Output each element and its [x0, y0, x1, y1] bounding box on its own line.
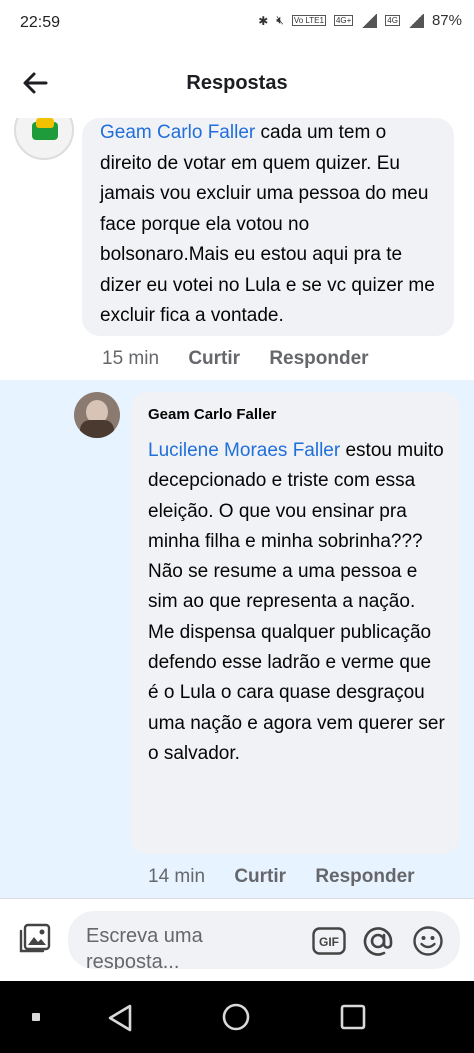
- comment-time: 14 min: [148, 866, 206, 887]
- comment-meta: 15 min Curtir Responder: [102, 348, 393, 370]
- battery-level: 87%: [431, 12, 462, 29]
- like-button[interactable]: Curtir: [234, 866, 286, 887]
- nav-recents-icon[interactable]: [340, 1004, 366, 1030]
- bluetooth-icon: ✱: [258, 13, 269, 28]
- avatar[interactable]: [14, 118, 74, 160]
- comment-bubble[interactable]: Geam Carlo Faller cada um tem o direito …: [82, 118, 454, 336]
- status-bar: 22:59 ✱ 🔇︎ Vo LTE1 4G+ 4G 87%: [0, 0, 474, 48]
- nav-back-icon[interactable]: [106, 1003, 134, 1033]
- android-nav-bar: [0, 981, 474, 1053]
- status-icons: ✱ 🔇︎ Vo LTE1 4G+ 4G 87%: [258, 12, 462, 29]
- comment-author[interactable]: Geam Carlo Faller: [148, 406, 276, 423]
- nav-home-icon[interactable]: [222, 1003, 250, 1031]
- network-4g-plus: 4G+: [333, 15, 354, 26]
- nav-menu-icon[interactable]: [32, 1013, 40, 1021]
- comment-2: Geam Carlo Faller Lucilene Moraes Faller…: [0, 380, 474, 898]
- reply-input-container[interactable]: GIF: [68, 911, 460, 969]
- like-button[interactable]: Curtir: [188, 348, 240, 369]
- gif-icon[interactable]: GIF: [312, 927, 346, 955]
- comment-body: estou muito decepcionado e triste com es…: [148, 440, 445, 764]
- mention-link[interactable]: Lucilene Moraes Faller: [148, 440, 340, 461]
- comment-time: 15 min: [102, 348, 160, 369]
- reply-button[interactable]: Responder: [269, 348, 368, 369]
- comment-text: Lucilene Moraes Faller estou muito decep…: [148, 436, 446, 769]
- photo-icon[interactable]: [18, 923, 52, 955]
- page-title: Respostas: [186, 72, 288, 94]
- reply-composer: GIF: [0, 899, 474, 981]
- comment-body: cada um tem o direito de votar em quem q…: [100, 122, 435, 326]
- at-icon[interactable]: [362, 925, 394, 957]
- signal-icon-2: [407, 13, 424, 28]
- comment-1: Geam Carlo Faller cada um tem o direito …: [0, 118, 474, 380]
- status-time: 22:59: [20, 14, 61, 31]
- header: Respostas: [0, 48, 474, 118]
- avatar-shape-2: [36, 118, 54, 128]
- signal-icon: [361, 13, 378, 28]
- comment-bubble[interactable]: Geam Carlo Faller Lucilene Moraes Faller…: [130, 392, 460, 854]
- comment-text: Geam Carlo Faller cada um tem o direito …: [100, 118, 440, 332]
- comment-meta: 14 min Curtir Responder: [148, 866, 439, 888]
- emoji-icon[interactable]: [412, 925, 444, 957]
- reply-button[interactable]: Responder: [315, 866, 414, 887]
- reply-input[interactable]: [86, 923, 286, 969]
- mute-icon: 🔇︎: [276, 13, 284, 27]
- network-4g: 4G: [385, 15, 400, 26]
- svg-text:GIF: GIF: [319, 935, 339, 949]
- volte-indicator: Vo LTE1: [291, 15, 326, 26]
- avatar-body: [80, 420, 114, 438]
- avatar[interactable]: [74, 392, 120, 438]
- comment-author-link[interactable]: Geam Carlo Faller: [100, 122, 255, 143]
